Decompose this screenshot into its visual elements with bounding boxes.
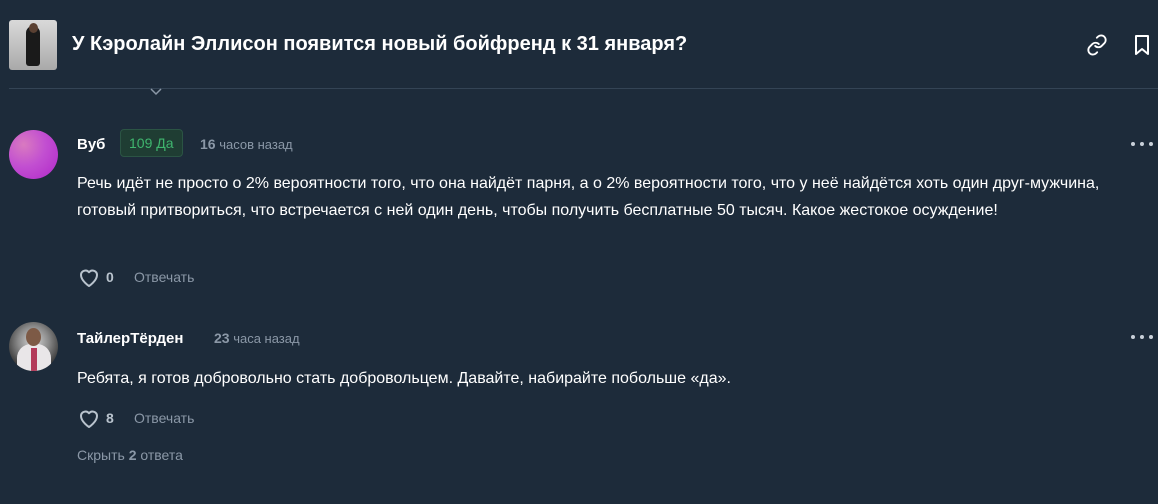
more-options-icon[interactable]	[1131, 333, 1153, 341]
hide-replies-count: 2	[128, 447, 137, 463]
avatar[interactable]	[9, 322, 58, 371]
market-thumbnail[interactable]	[9, 20, 57, 70]
link-icon[interactable]	[1085, 33, 1109, 57]
market-title[interactable]: У Кэролайн Эллисон появится новый бойфре…	[72, 33, 687, 56]
like-count: 0	[106, 269, 114, 285]
hide-replies-suffix: ответа	[140, 447, 183, 463]
time-text: часов назад	[219, 137, 293, 152]
more-options-icon[interactable]	[1131, 140, 1153, 148]
heart-icon[interactable]	[77, 266, 101, 288]
hide-replies-button[interactable]: Скрыть 2 ответа	[77, 447, 183, 463]
header-divider	[9, 88, 1158, 89]
comment-time: 16 часов назад	[200, 136, 293, 152]
comment-text: Ребята, я готов добровольно стать добров…	[77, 370, 731, 387]
time-text: часа назад	[233, 331, 300, 346]
reply-button[interactable]: Отвечать	[134, 269, 194, 285]
comment-username[interactable]: Вуб	[77, 136, 105, 153]
thumbnail-head	[29, 23, 38, 33]
bookmark-icon[interactable]	[1130, 33, 1154, 57]
hide-replies-prefix: Скрыть	[77, 447, 125, 463]
comment-text: Речь идёт не просто о 2% вероятности тог…	[77, 175, 1100, 219]
reply-button[interactable]: Отвечать	[134, 410, 194, 426]
time-number: 23	[214, 330, 230, 346]
comment-username[interactable]: ТайлерТёрден	[77, 330, 183, 347]
position-badge: 109 Да	[120, 129, 183, 157]
time-number: 16	[200, 136, 216, 152]
market-header: У Кэролайн Эллисон появится новый бойфре…	[0, 0, 1158, 96]
avatar[interactable]	[9, 130, 58, 179]
heart-icon[interactable]	[77, 407, 101, 429]
comment-time: 23 часа назад	[214, 330, 300, 346]
like-count: 8	[106, 410, 114, 426]
caret-down-icon	[150, 88, 162, 96]
